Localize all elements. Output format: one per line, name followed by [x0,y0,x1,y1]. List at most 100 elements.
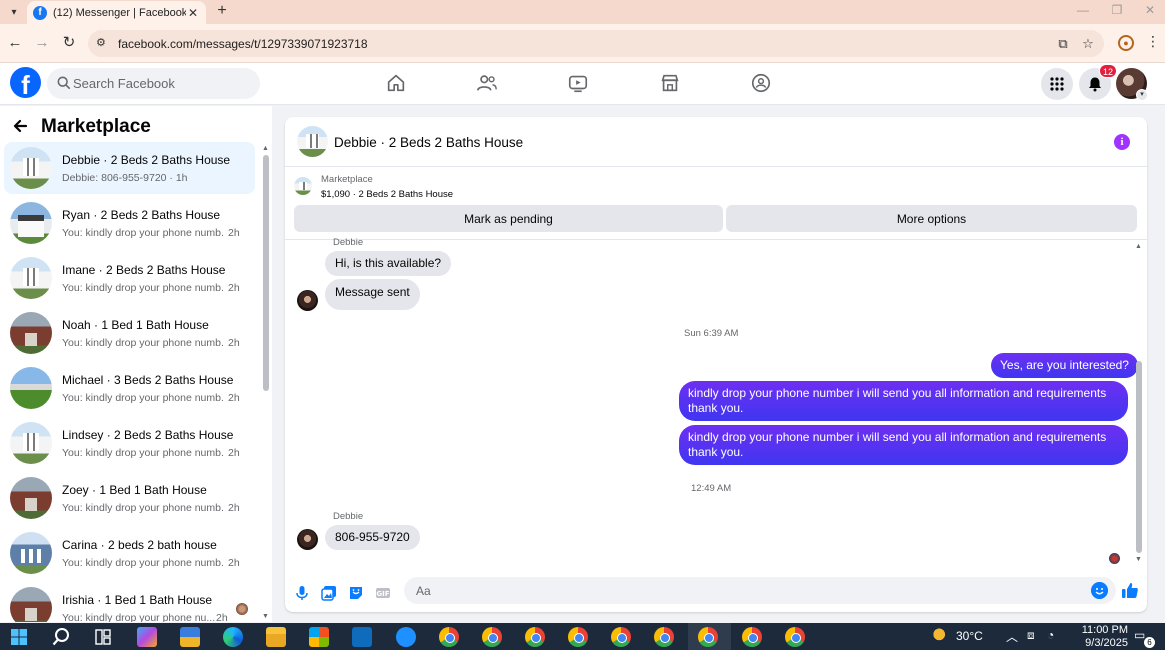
chrome-profile-icon[interactable] [654,627,674,647]
conversation-item-ryan[interactable]: Ryan · 2 Beds 2 Baths House You: kindly … [4,197,255,249]
outgoing-message[interactable]: kindly drop your phone number i will sen… [679,381,1128,421]
back-arrow-icon[interactable] [12,118,32,138]
new-tab-plus-icon[interactable]: + [213,3,231,21]
listing-thumbnail [10,367,52,409]
menu-grid-button[interactable] [1041,68,1073,100]
microsoft-store-icon[interactable] [309,627,329,647]
outlook-icon[interactable] [352,627,372,647]
conversation-item-imane[interactable]: Imane · 2 Beds 2 Baths House You: kindly… [4,252,255,304]
profile-icon[interactable]: ● [1118,35,1134,51]
sender-avatar[interactable] [297,290,318,311]
back-arrow-icon[interactable]: ← [5,33,25,53]
tab-search-chevron-icon[interactable]: ▾ [4,3,24,21]
minimize-icon[interactable]: — [1068,3,1098,21]
file-manager-app-icon[interactable] [180,627,200,647]
reload-icon[interactable]: ↻ [59,33,79,53]
clock-date: 9/3/2025 [1085,637,1128,649]
copilot-icon[interactable] [137,627,157,647]
browser-menu-icon[interactable]: ⋮ [1146,33,1160,53]
conversation-snippet: You: kindly drop your phone numb... [62,502,224,514]
network-adapter-icon[interactable]: ⧈ [1027,628,1035,643]
marketplace-icon[interactable] [659,72,681,94]
conversation-name: Ryan · 2 Beds 2 Baths House [62,208,221,222]
search-icon[interactable] [51,627,71,647]
incoming-message[interactable]: 806-955-9720 [325,525,420,550]
file-explorer-icon[interactable] [266,627,286,647]
conversation-item-noah[interactable]: Noah · 1 Bed 1 Bath House You: kindly dr… [4,307,255,359]
conversation-item-zoey[interactable]: Zoey · 1 Bed 1 Bath House You: kindly dr… [4,472,255,524]
forward-arrow-icon[interactable]: → [32,33,52,53]
weather-widget[interactable]: 30°C [932,628,983,644]
conversation-name: Michael · 3 Beds 2 Baths House [62,373,234,387]
sidebar-scroll-down-icon[interactable]: ▼ [262,613,269,620]
task-view-icon[interactable] [93,627,113,647]
mark-as-pending-button[interactable]: Mark as pending [294,205,723,232]
thumbs-up-icon[interactable] [1121,581,1139,599]
listing-price-title[interactable]: $1,090 · 2 Beds 2 Baths House [321,189,453,200]
chrome-icon[interactable] [439,627,459,647]
conversation-time: 2h [228,392,240,404]
more-options-button[interactable]: More options [726,205,1137,232]
conversation-item-michael[interactable]: Michael · 3 Beds 2 Baths House You: kind… [4,362,255,414]
tab-close-icon[interactable]: ✕ [186,6,200,20]
chevron-up-icon[interactable]: ︿ [1006,628,1018,645]
edge-browser-icon[interactable] [223,627,243,647]
account-chevron-icon[interactable]: ▾ [1136,89,1148,101]
conversation-time: 2h [216,612,228,622]
emoji-icon[interactable] [1091,582,1108,599]
page-scrollbar[interactable] [1159,63,1165,623]
sender-avatar[interactable] [297,529,318,550]
chrome-profile-icon[interactable] [525,627,545,647]
message-timestamp: Sun 6:39 AM [684,328,739,339]
chrome-profile-icon-active[interactable] [698,627,718,647]
conversation-item-carina[interactable]: Carina · 2 beds 2 bath house You: kindly… [4,527,255,579]
chat-scroll-down-icon[interactable]: ▼ [1135,556,1142,563]
sticker-icon[interactable] [348,585,364,601]
conversation-snippet: You: kindly drop your phone nu... [62,612,216,622]
conversation-time: 2h [228,502,240,514]
wifi-icon[interactable]: ◔ [1047,628,1054,642]
bookmark-star-icon[interactable]: ☆ [1079,36,1097,52]
restore-icon[interactable]: ❐ [1102,3,1132,21]
conversation-time: 2h [228,282,240,294]
chrome-profile-icon[interactable] [742,627,762,647]
video-icon[interactable] [567,72,589,94]
gif-icon[interactable]: GIF [375,585,391,601]
microphone-icon[interactable] [294,585,310,601]
conversation-item-debbie[interactable]: Debbie · 2 Beds 2 Baths House Debbie: 80… [4,142,255,194]
app-icon[interactable] [396,627,416,647]
facebook-logo-icon[interactable]: f [10,67,41,98]
conversation-item-lindsey[interactable]: Lindsey · 2 Beds 2 Baths House You: kind… [4,417,255,469]
groups-icon[interactable] [750,72,772,94]
sidebar-scroll-up-icon[interactable]: ▲ [262,145,269,152]
conversation-name: Carina · 2 beds 2 bath house [62,538,217,552]
search-box[interactable] [47,68,260,99]
photo-icon[interactable] [321,585,337,601]
window-close-icon[interactable]: ✕ [1135,3,1165,21]
chat-scrollbar[interactable] [1136,361,1142,553]
outgoing-message[interactable]: Yes, are you interested? [991,353,1138,378]
chat-listing-avatar[interactable] [297,126,328,157]
chat-scroll-up-icon[interactable]: ▲ [1135,243,1142,250]
sidebar-scrollbar[interactable] [263,155,269,391]
chrome-profile-icon[interactable] [568,627,588,647]
friends-icon[interactable] [476,72,498,94]
site-info-icon[interactable]: ⚙ [96,36,110,50]
chrome-profile-icon[interactable] [482,627,502,647]
browser-tab-messenger[interactable]: f (12) Messenger | Facebook ✕ [27,1,206,24]
search-input[interactable] [73,68,253,99]
chat-title[interactable]: Debbie · 2 Beds 2 Baths House [334,135,523,150]
message-input[interactable] [404,577,1116,604]
clock[interactable]: 11:00 PM 9/3/2025 [1060,624,1128,650]
outgoing-message[interactable]: kindly drop your phone number i will sen… [679,425,1128,465]
chrome-profile-icon[interactable] [611,627,631,647]
install-app-icon[interactable]: ⧉ [1054,36,1072,52]
info-icon[interactable]: i [1114,134,1130,150]
incoming-message[interactable]: Message sent [325,279,420,310]
windows-start-icon[interactable] [9,627,29,647]
home-icon[interactable] [385,72,407,94]
chrome-profile-icon[interactable] [785,627,805,647]
address-bar[interactable]: ⚙ facebook.com/messages/t/12973390719237… [88,30,1104,57]
incoming-message[interactable]: Hi, is this available? [325,251,452,276]
conversation-item-irishia[interactable]: Irishia · 1 Bed 1 Bath House You: kindly… [4,582,255,622]
